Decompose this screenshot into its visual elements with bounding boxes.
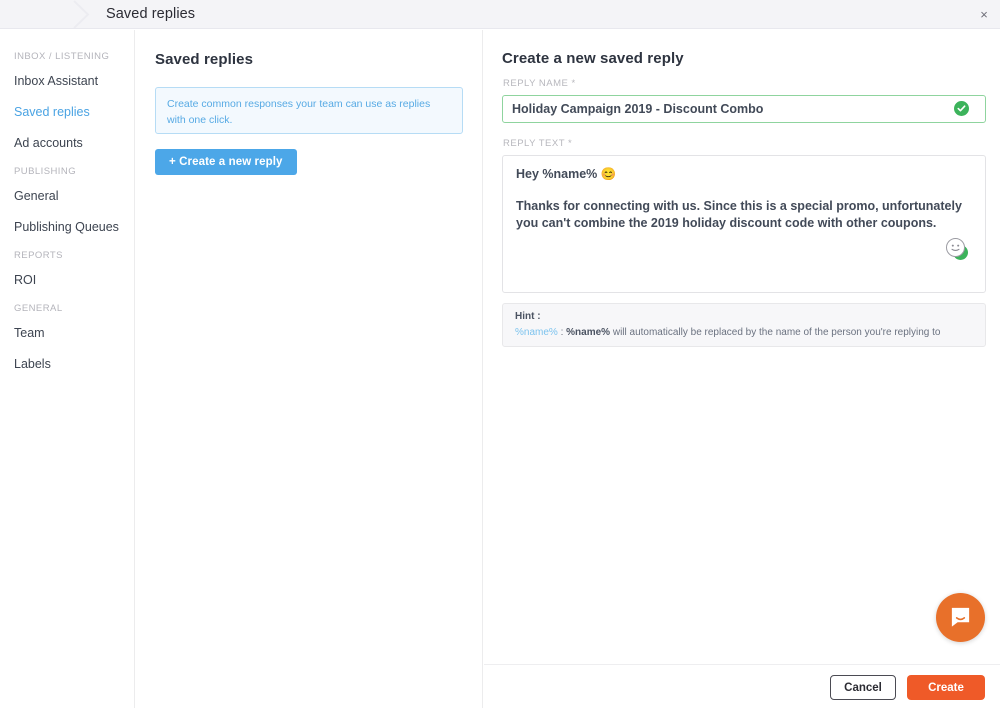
sidebar-nav: INBOX / LISTENING Inbox Assistant Saved … <box>0 30 135 708</box>
sidebar-item-roi[interactable]: ROI <box>0 272 134 288</box>
sidebar-item-ad-accounts[interactable]: Ad accounts <box>0 135 134 151</box>
sidebar-group-title-publishing: PUBLISHING <box>0 166 134 177</box>
sidebar-item-publishing-queues[interactable]: Publishing Queues <box>0 219 134 235</box>
info-callout: Create common responses your team can us… <box>155 87 463 134</box>
page-title: Saved replies <box>106 6 195 22</box>
sidebar-group-title-reports: REPORTS <box>0 250 134 261</box>
form-heading: Create a new saved reply <box>502 50 684 67</box>
check-circle-icon-name <box>954 101 969 116</box>
sidebar-item-general[interactable]: General <box>0 188 134 204</box>
smiley-face-icon[interactable] <box>946 238 965 257</box>
form-footer: Cancel Create <box>484 664 1000 708</box>
hint-body: %name% : %name% will automatically be re… <box>515 326 973 339</box>
reply-text-label: REPLY TEXT * <box>503 138 572 149</box>
reply-name-input[interactable] <box>502 95 986 123</box>
reply-text-line-2: Thanks for connecting with us. Since thi… <box>516 198 968 232</box>
sidebar-item-labels[interactable]: Labels <box>0 356 134 372</box>
create-new-reply-button[interactable]: + Create a new reply <box>155 149 297 175</box>
hint-separator: : <box>558 327 566 338</box>
hint-variable: %name% <box>566 327 610 338</box>
hint-box: Hint : %name% : %name% will automaticall… <box>502 303 986 347</box>
create-button[interactable]: Create <box>907 675 985 700</box>
sidebar-group-title-inbox: INBOX / LISTENING <box>0 51 134 62</box>
sidebar-group-title-general: GENERAL <box>0 303 134 314</box>
chevron-right-icon <box>68 0 94 29</box>
reply-name-label: REPLY NAME * <box>503 78 576 89</box>
create-reply-form-panel: Create a new saved reply REPLY NAME * RE… <box>484 30 1000 708</box>
top-header-bar: Saved replies × <box>0 0 1000 29</box>
reply-text-editor[interactable]: Hey %name% 😊 Thanks for connecting with … <box>502 155 986 293</box>
hint-token: %name% <box>515 327 558 338</box>
sidebar-item-team[interactable]: Team <box>0 325 134 341</box>
cancel-button[interactable]: Cancel <box>830 675 896 700</box>
saved-replies-list-panel: Saved replies Create common responses yo… <box>135 30 483 708</box>
chat-bubble-icon[interactable] <box>936 593 985 642</box>
sidebar-item-saved-replies[interactable]: Saved replies <box>0 104 134 120</box>
hint-title: Hint : <box>515 311 973 322</box>
workspace: INBOX / LISTENING Inbox Assistant Saved … <box>0 30 1000 708</box>
info-callout-text: Create common responses your team can us… <box>167 96 451 128</box>
reply-text-line-1: Hey %name% 😊 <box>516 167 972 182</box>
hint-description: will automatically be replaced by the na… <box>610 327 940 338</box>
sidebar-item-inbox-assistant[interactable]: Inbox Assistant <box>0 73 134 89</box>
close-icon[interactable]: × <box>975 6 993 24</box>
saved-replies-heading: Saved replies <box>155 51 253 68</box>
